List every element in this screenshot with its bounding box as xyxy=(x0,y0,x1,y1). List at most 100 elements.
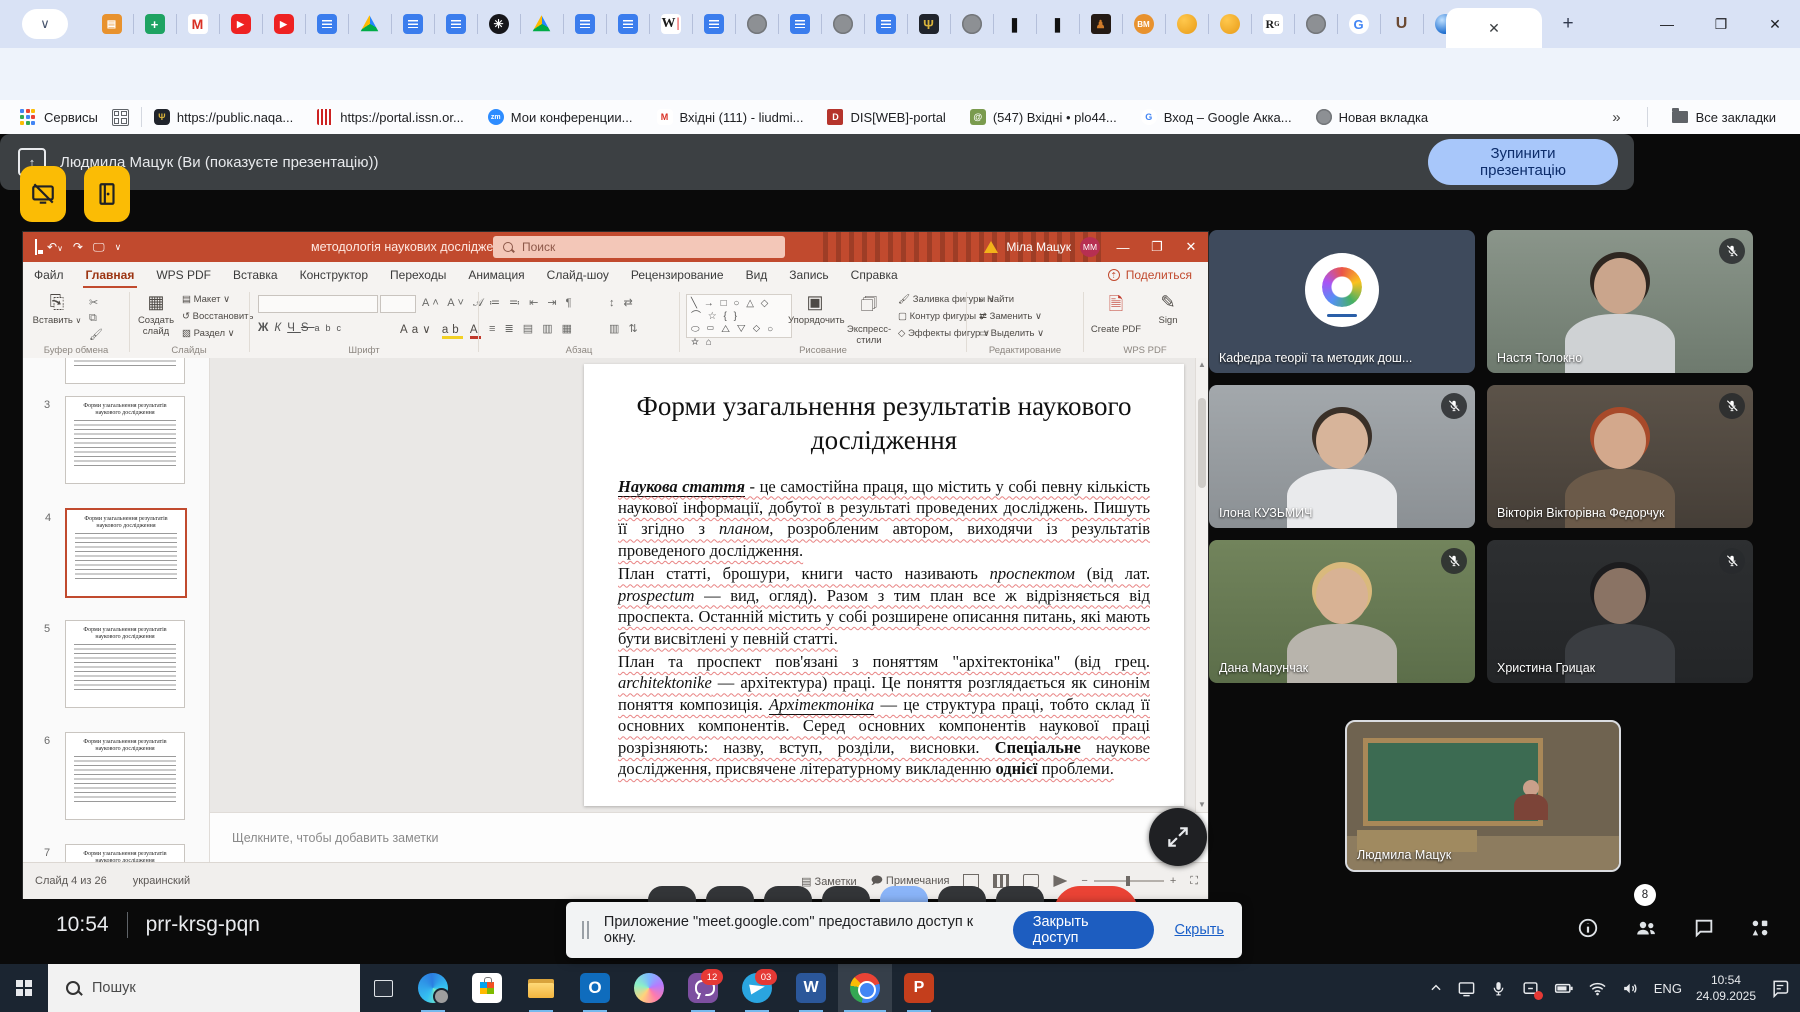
clock[interactable]: 10:5424.09.2025 xyxy=(1696,972,1756,1004)
select-button[interactable]: ▭ Выделить ∨ xyxy=(979,328,1044,339)
active-tab[interactable]: ✕ xyxy=(1446,8,1542,48)
close-access-button[interactable]: Закрыть доступ xyxy=(1013,911,1155,949)
slide-scrollbar[interactable]: ▲ ▼ xyxy=(1195,358,1208,812)
bookmark-item[interactable]: DDIS[WEB]-portal xyxy=(827,109,945,125)
pinned-tab-drive[interactable] xyxy=(520,0,563,48)
pinned-tab-google[interactable]: G xyxy=(1337,0,1380,48)
pinned-tab-globe[interactable] xyxy=(821,0,864,48)
ribbon-tab-справка[interactable]: Справка xyxy=(840,262,909,288)
chat-icon[interactable] xyxy=(1692,916,1716,940)
taskbar-app-chrome[interactable] xyxy=(838,964,892,1012)
pinned-tab-doc[interactable] xyxy=(606,0,649,48)
save-icon[interactable] xyxy=(35,239,37,255)
window-maximize-button[interactable]: ❐ xyxy=(1698,0,1744,48)
speaker-icon[interactable] xyxy=(1621,979,1640,998)
expand-presentation-button[interactable] xyxy=(1149,808,1207,866)
ppt-search-box[interactable]: Поиск xyxy=(493,236,785,258)
pinned-tab-doc[interactable] xyxy=(563,0,606,48)
grow-shrink-font-icons[interactable]: A˄ A˅ 𝒜 xyxy=(422,297,486,310)
taskbar-app-explorer[interactable] xyxy=(514,964,568,1012)
wifi-icon[interactable] xyxy=(1588,979,1607,998)
scrollbar-thumb[interactable] xyxy=(1198,398,1206,488)
slideshow-icon[interactable] xyxy=(1053,875,1067,887)
tab-search-chevron-button[interactable]: ∨ xyxy=(22,9,68,39)
replace-button[interactable]: ⇄ Заменить ∨ xyxy=(979,311,1042,322)
pinned-tab-openai[interactable]: ✳ xyxy=(477,0,520,48)
bookmark-item[interactable]: Новая вкладка xyxy=(1316,109,1429,125)
font-name-box[interactable] xyxy=(258,295,378,313)
task-view-button[interactable] xyxy=(360,964,406,1012)
start-slideshow-icon[interactable]: 🖵 xyxy=(93,240,105,255)
pinned-tab-mark[interactable]: ❚ xyxy=(1036,0,1079,48)
slide-thumbnail-4[interactable]: 4Форми узагальнення результатів науковог… xyxy=(65,508,187,598)
shapes-gallery[interactable]: ╲ → □ ○ △ ◇ ⌒ ☆ { } ⬭ ▭ △ ▽ ◇ ○ ☆ ⌂ xyxy=(686,294,792,338)
new-slide-button[interactable]: ▦Создать слайд xyxy=(132,292,180,337)
taskbar-app-store[interactable] xyxy=(460,964,514,1012)
microphone-icon[interactable] xyxy=(1490,980,1507,997)
pinned-tab-mark[interactable]: ❚ xyxy=(993,0,1036,48)
pinned-tab-gmail[interactable]: M xyxy=(176,0,219,48)
pinned-tab-doc[interactable] xyxy=(305,0,348,48)
ribbon-tab-вставка[interactable]: Вставка xyxy=(222,262,289,288)
participant-tile[interactable]: Дана Марунчак xyxy=(1209,540,1475,683)
taskbar-app-viber[interactable]: 12 xyxy=(676,964,730,1012)
participant-tile[interactable]: Христина Грицак xyxy=(1487,540,1753,683)
window-minimize-button[interactable]: — xyxy=(1644,0,1690,48)
taskbar-app-powerpoint[interactable]: P xyxy=(892,964,946,1012)
qat-customize-chevron[interactable]: ∨ xyxy=(115,242,122,253)
pinned-tab-lms[interactable]: ▤ xyxy=(90,0,133,48)
ribbon-tab-переходы[interactable]: Переходы xyxy=(379,262,457,288)
services-grid-icon[interactable] xyxy=(20,109,36,125)
cast-icon[interactable] xyxy=(1457,979,1476,998)
all-bookmarks-button[interactable]: Все закладки xyxy=(1672,110,1776,125)
pinned-tab-doc[interactable] xyxy=(864,0,907,48)
new-tab-button[interactable]: + xyxy=(1556,12,1580,36)
taskbar-search[interactable]: Пошук xyxy=(48,964,360,1012)
bookmark-item[interactable]: Ψhttps://public.naqa... xyxy=(154,109,293,125)
ribbon-tab-главная[interactable]: Главная xyxy=(75,262,146,288)
scroll-up-icon[interactable]: ▲ xyxy=(1196,358,1208,372)
find-button[interactable]: ⌕ Найти xyxy=(979,294,1014,305)
taskbar-app-edge[interactable] xyxy=(406,964,460,1012)
columns-direction-buttons[interactable]: ▥ ⇅ xyxy=(609,322,641,335)
redo-icon[interactable]: ↷ xyxy=(73,240,83,254)
bookmark-item[interactable]: @(547) Вхідні • plo44... xyxy=(970,109,1117,125)
bookmark-item[interactable]: zmМои конференции... xyxy=(488,109,633,125)
participant-tile[interactable]: Вікторія Вікторівна Федорчук xyxy=(1487,385,1753,528)
font-style-buttons[interactable]: ЖКЧSabc xyxy=(258,322,347,334)
pinned-tab-doc[interactable] xyxy=(692,0,735,48)
language-indicator[interactable]: ENG xyxy=(1654,981,1682,996)
arrange-button[interactable]: ▣Упорядочить xyxy=(788,292,842,326)
format-painter-icon[interactable]: 🖌 xyxy=(89,328,106,341)
action-center-icon[interactable] xyxy=(1770,978,1790,998)
participant-tile[interactable]: Людмила Мацук xyxy=(1345,720,1621,872)
undo-icon[interactable]: ↶∨ xyxy=(47,240,63,254)
ribbon-tab-вид[interactable]: Вид xyxy=(735,262,779,288)
pinned-tab-youtube[interactable]: ▶ xyxy=(219,0,262,48)
taskbar-app-outlook[interactable]: O xyxy=(568,964,622,1012)
services-label[interactable]: Сервисы xyxy=(44,110,98,125)
scroll-down-icon[interactable]: ▼ xyxy=(1196,798,1208,812)
pinned-tab-sheets[interactable]: + xyxy=(133,0,176,48)
pinned-tab-doc[interactable] xyxy=(434,0,477,48)
bookmark-item[interactable]: GВход – Google Акка... xyxy=(1141,109,1292,125)
info-icon[interactable] xyxy=(1576,916,1600,940)
activities-icon[interactable] xyxy=(1748,916,1772,940)
taskbar-app-word[interactable]: W xyxy=(784,964,838,1012)
sign-button[interactable]: ✎Sign xyxy=(1146,292,1190,326)
start-button[interactable] xyxy=(0,964,48,1012)
ppt-account[interactable]: Міла Мацук ММ xyxy=(984,232,1100,262)
paste-button[interactable]: ⎘Вставить ∨ xyxy=(31,292,83,326)
pinned-tab-doc[interactable] xyxy=(778,0,821,48)
slide-thumbnail-6[interactable]: 6Форми узагальнення результатів науковог… xyxy=(65,732,185,820)
pinned-tab-doc[interactable] xyxy=(391,0,434,48)
pinned-tab-bm[interactable]: BM xyxy=(1122,0,1165,48)
ribbon-tab-анимация[interactable]: Анимация xyxy=(457,262,535,288)
align-buttons[interactable]: ≡ ≣ ▤ ▥ ▦ xyxy=(489,322,575,335)
bookmarks-overflow-chevron[interactable]: » xyxy=(1612,109,1620,126)
taskbar-app-telegram[interactable]: 03 xyxy=(730,964,784,1012)
pinned-tab-u[interactable]: U xyxy=(1380,0,1423,48)
apps-shortcut-icon[interactable] xyxy=(112,109,129,126)
participant-tile[interactable]: Кафедра теорії та методик дош... xyxy=(1209,230,1475,373)
create-pdf-button[interactable]: 🗎Create PDF xyxy=(1088,292,1144,335)
